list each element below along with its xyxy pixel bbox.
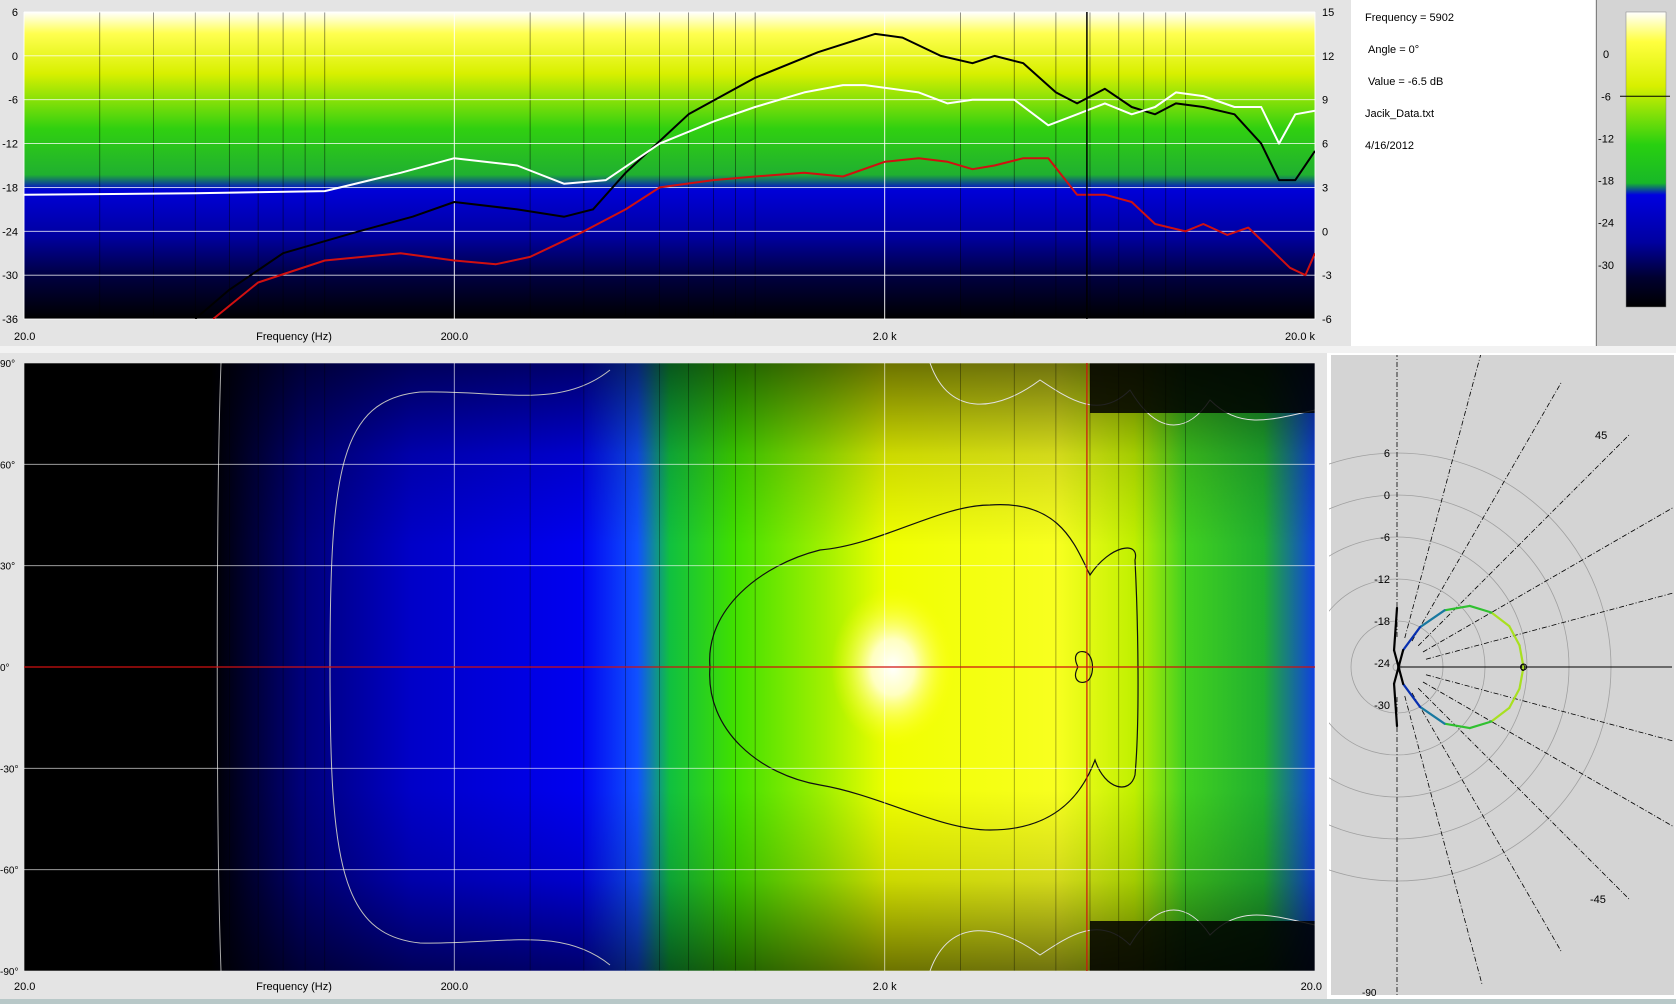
angle-tick-label: -90° <box>0 967 18 978</box>
polar-radius-label: 0 <box>1384 490 1390 502</box>
y-tick-label-left: -18 <box>2 182 18 194</box>
polar-radius-label: -30 <box>1374 700 1390 712</box>
status-strip <box>0 999 1676 1004</box>
color-scale-tick-label: -12 <box>1598 133 1614 145</box>
color-scale-tick-label: -30 <box>1598 260 1614 272</box>
info-date: 4/16/2012 <box>1365 140 1414 152</box>
x-tick-label: 20.0 k <box>1285 331 1315 343</box>
polar-angle-label-45: 45 <box>1595 430 1607 442</box>
info-panel: Frequency = 5902 Angle = 0° Value = -6.5… <box>1351 0 1595 346</box>
directivity-black-corner-top <box>1090 363 1315 413</box>
horizontal-separator <box>0 346 1676 353</box>
directivity-x-tick-label: 200.0 <box>441 981 469 993</box>
angle-tick-label: -60° <box>0 866 18 877</box>
polar-radius-label: -18 <box>1374 616 1390 628</box>
polar-center-label: 0 <box>1521 663 1526 673</box>
angle-tick-label: 90° <box>0 359 15 370</box>
y-tick-label-left: -36 <box>2 314 18 326</box>
frequency-response-chart: 6 0 -6 -12 -18 -24 -30 -36 15 12 9 6 3 0 -3 -6 20.0 200… <box>0 0 1351 346</box>
y-tick-label-right: 15 <box>1322 7 1334 19</box>
angle-tick-label: 0° <box>0 663 10 674</box>
polar-angle-label-minus45: -45 <box>1590 894 1606 906</box>
y-tick-label-right: -3 <box>1322 270 1332 282</box>
y-tick-label-right: 6 <box>1322 139 1328 151</box>
y-tick-label-right: 12 <box>1322 51 1334 63</box>
info-frequency: Frequency = 5902 <box>1365 12 1454 24</box>
polar-radius-label: -24 <box>1374 658 1390 670</box>
directivity-black-corner-bottom <box>1090 921 1315 971</box>
polar-angle-label-minus90: -90 <box>1362 988 1377 999</box>
angle-tick-label: 30° <box>0 562 15 573</box>
y-tick-label-right: 9 <box>1322 95 1328 107</box>
y-tick-label-right: 3 <box>1322 182 1328 194</box>
directivity-x-axis-label: Frequency (Hz) <box>256 981 332 993</box>
x-tick-label: 2.0 k <box>873 331 897 343</box>
color-scale-tick-label: 0 <box>1603 49 1609 61</box>
y-tick-label-left: -12 <box>2 139 18 151</box>
color-scale: 0 -6 -12 -18 -24 -30 <box>1596 0 1676 346</box>
directivity-x-tick-label: 2.0 k <box>873 981 897 993</box>
y-tick-label-right: -6 <box>1322 314 1332 326</box>
frequency-response-plot-background <box>24 12 1315 319</box>
color-scale-bar <box>1625 11 1667 308</box>
color-scale-tick-label: -18 <box>1598 176 1614 188</box>
polar-panel <box>1331 355 1674 995</box>
color-scale-tick-label: -6 <box>1601 91 1611 103</box>
info-value: Value = -6.5 dB <box>1368 76 1443 88</box>
info-angle: Angle = 0° <box>1368 44 1419 56</box>
angle-tick-label: 60° <box>0 460 15 471</box>
directivity-x-tick-label: 20.0 <box>14 981 35 993</box>
y-tick-label-left: -6 <box>8 95 18 107</box>
y-tick-label-left: -30 <box>2 270 18 282</box>
acoustic-analysis-window: 6 0 -6 -12 -18 -24 -30 -36 15 12 9 6 3 0 -3 -6 20.0 200… <box>0 0 1676 1004</box>
x-tick-label: 200.0 <box>441 331 469 343</box>
angle-tick-label: -30° <box>0 764 18 775</box>
y-tick-label-left: 0 <box>12 51 18 63</box>
x-axis-label: Frequency (Hz) <box>256 331 332 343</box>
polar-radius-label: -12 <box>1374 574 1390 586</box>
x-tick-label: 20.0 <box>14 331 35 343</box>
polar-radius-label: -6 <box>1380 532 1390 544</box>
polar-radius-label: 6 <box>1384 448 1390 460</box>
directivity-x-tick-label: 20.0 <box>1301 981 1322 993</box>
info-file: Jacik_Data.txt <box>1365 108 1434 120</box>
y-tick-label-left: 6 <box>12 7 18 19</box>
y-tick-label-right: 0 <box>1322 226 1328 238</box>
color-scale-tick-label: -24 <box>1598 218 1614 230</box>
directivity-map: 90° 60° 30° 0° -30° -60° -90° 20.0 200.0 2.0 k 20… <box>0 353 1327 999</box>
y-tick-label-left: -24 <box>2 226 18 238</box>
